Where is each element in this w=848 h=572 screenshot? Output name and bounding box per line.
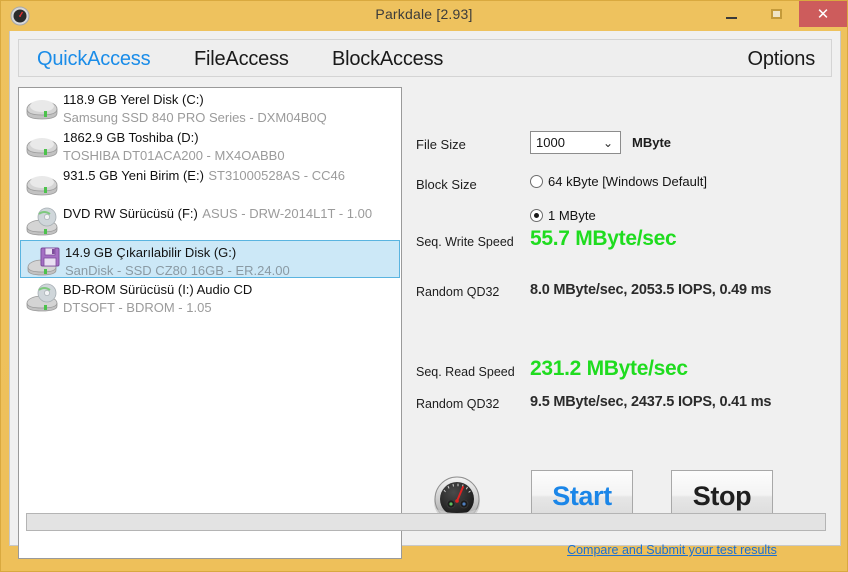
hard-disk-icon <box>25 130 61 164</box>
drive-list[interactable]: 118.9 GB Yerel Disk (C:) Samsung SSD 840… <box>18 87 402 559</box>
list-item-text: 1862.9 GB Toshiba (D:) TOSHIBA DT01ACA20… <box>61 128 401 165</box>
list-item[interactable]: 118.9 GB Yerel Disk (C:) Samsung SSD 840… <box>19 88 401 126</box>
radio-icon <box>530 175 543 188</box>
seq-read-value: 231.2 MByte/sec <box>530 357 688 380</box>
removable-disk-icon <box>27 245 63 279</box>
random-read-value: 9.5 MByte/sec, 2437.5 IOPS, 0.41 ms <box>530 394 772 410</box>
tab-options[interactable]: Options <box>747 42 815 76</box>
start-button-label: Start <box>552 480 612 511</box>
client-area: QuickAccess FileAccess BlockAccess Optio… <box>9 31 841 559</box>
optical-drive-icon <box>25 282 61 316</box>
radio-icon-checked <box>530 209 543 222</box>
random-write-value: 8.0 MByte/sec, 2053.5 IOPS, 0.49 ms <box>530 282 772 298</box>
hard-disk-icon <box>25 92 61 126</box>
block-size-radio-64kbyte[interactable]: 64 kByte [Windows Default] <box>530 174 707 189</box>
drive-name: 118.9 GB Yerel Disk (C:) <box>63 92 204 107</box>
list-item[interactable]: 1862.9 GB Toshiba (D:) TOSHIBA DT01ACA20… <box>19 126 401 164</box>
close-button[interactable]: ✕ <box>799 1 847 27</box>
list-item[interactable]: DVD RW Sürücüsü (F:) ASUS - DRW-2014L1T … <box>19 202 401 240</box>
close-icon: ✕ <box>816 6 830 23</box>
maximize-button[interactable] <box>754 1 799 27</box>
tab-quickaccess-label: QuickAccess <box>37 47 151 70</box>
file-size-label: File Size <box>416 137 466 152</box>
list-item-selected[interactable]: 14.9 GB Çıkarılabilir Disk (G:) SanDisk … <box>20 240 400 278</box>
progress-bar <box>26 513 826 531</box>
block-size-radio-64kbyte-label: 64 kByte [Windows Default] <box>548 174 707 189</box>
seq-read-label: Seq. Read Speed <box>416 365 515 379</box>
list-item-text: 14.9 GB Çıkarılabilir Disk (G:) SanDisk … <box>63 243 399 280</box>
hard-disk-icon <box>25 168 61 202</box>
drive-name: 14.9 GB Çıkarılabilir Disk (G:) <box>65 245 237 260</box>
drive-name: 1862.9 GB Toshiba (D:) <box>63 130 199 145</box>
tab-fileaccess-label: FileAccess <box>194 47 289 70</box>
minimize-icon <box>726 16 737 19</box>
tab-blockaccess-label: BlockAccess <box>332 47 444 70</box>
list-item[interactable]: BD-ROM Sürücüsü (I:) Audio CD DTSOFT - B… <box>19 278 401 316</box>
block-size-radio-1mbyte[interactable]: 1 MByte <box>530 208 596 223</box>
optical-drive-icon <box>25 206 61 240</box>
tab-blockaccess[interactable]: BlockAccess <box>332 42 443 76</box>
tab-fileaccess[interactable]: FileAccess <box>194 42 289 76</box>
list-item-text: 118.9 GB Yerel Disk (C:) Samsung SSD 840… <box>61 90 401 127</box>
minimize-button[interactable] <box>709 1 754 27</box>
drive-name: BD-ROM Sürücüsü (I:) Audio CD <box>63 282 253 297</box>
block-size-label: Block Size <box>416 177 477 192</box>
app-window: Parkdale [2.93] ✕ QuickAccess FileAccess <box>0 0 848 572</box>
settings-pane: File Size 1000 ⌄ MByte Block Size 64 kBy… <box>410 87 834 559</box>
file-size-unit: MByte <box>632 135 672 150</box>
window-controls: ✕ <box>709 1 847 31</box>
random-write-label: Random QD32 <box>416 285 500 299</box>
tab-options-label: Options <box>747 47 815 70</box>
maximize-icon <box>771 9 782 19</box>
seq-write-value: 55.7 MByte/sec <box>530 227 677 250</box>
drive-name: DVD RW Sürücüsü (F:) <box>63 206 198 221</box>
drive-model: Samsung SSD 840 PRO Series - DXM04B0Q <box>63 110 327 125</box>
list-item-text: BD-ROM Sürücüsü (I:) Audio CD DTSOFT - B… <box>61 280 401 317</box>
drive-model: SanDisk - SSD CZ80 16GB - ER.24.00 <box>65 263 290 278</box>
drive-name: 931.5 GB Yeni Birim (E:) <box>63 168 204 183</box>
compare-submit-link[interactable]: Compare and Submit your test results <box>534 543 810 557</box>
drive-model: TOSHIBA DT01ACA200 - MX4OABB0 <box>63 148 285 163</box>
tab-quickaccess[interactable]: QuickAccess <box>37 42 151 76</box>
list-item-text: DVD RW Sürücüsü (F:) ASUS - DRW-2014L1T … <box>61 204 372 223</box>
drive-model: DTSOFT - BDROM - 1.05 <box>63 300 212 315</box>
drive-model: ST31000528AS - CC46 <box>208 168 345 183</box>
block-size-radio-1mbyte-label: 1 MByte <box>548 208 596 223</box>
title-bar: Parkdale [2.93] ✕ <box>1 1 847 31</box>
list-item[interactable]: 931.5 GB Yeni Birim (E:) ST31000528AS - … <box>19 164 401 202</box>
chevron-down-icon: ⌄ <box>602 136 613 150</box>
list-item-text: 931.5 GB Yeni Birim (E:) ST31000528AS - … <box>61 166 345 185</box>
tab-bar: QuickAccess FileAccess BlockAccess Optio… <box>18 39 832 77</box>
random-read-label: Random QD32 <box>416 397 500 411</box>
stop-button-label: Stop <box>692 480 752 511</box>
file-size-select[interactable]: 1000 ⌄ <box>530 131 621 154</box>
drive-model: ASUS - DRW-2014L1T - 1.00 <box>202 206 373 221</box>
file-size-value: 1000 <box>536 135 565 150</box>
seq-write-label: Seq. Write Speed <box>416 235 514 249</box>
